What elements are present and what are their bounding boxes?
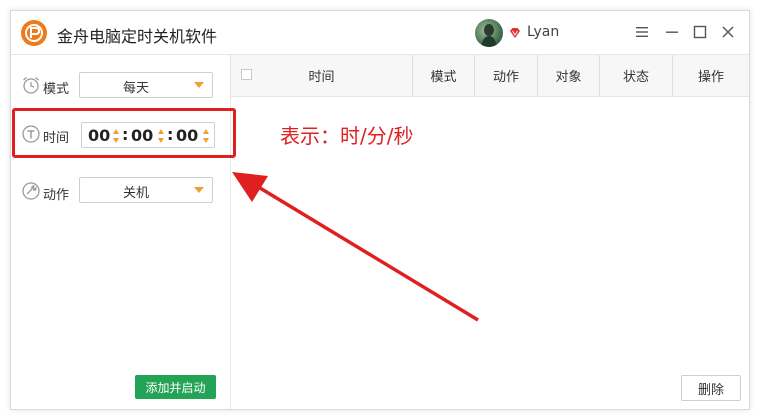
table-header: 时间 模式 动作 对象 状态 操作 <box>231 55 749 97</box>
column-header-mode[interactable]: 模式 <box>412 55 474 96</box>
column-header-action[interactable]: 动作 <box>474 55 537 96</box>
maximize-icon <box>693 25 707 39</box>
maximize-button[interactable] <box>689 21 711 43</box>
schedule-table: 时间 模式 动作 对象 状态 操作 删除 <box>231 55 749 409</box>
delete-button[interactable]: 删除 <box>681 375 741 401</box>
menu-icon <box>636 27 648 37</box>
action-dropdown[interactable]: 关机 <box>79 177 213 203</box>
chevron-down-icon <box>194 82 204 88</box>
mode-label: 模式 <box>43 82 70 97</box>
alarm-clock-icon <box>23 77 39 94</box>
power-wrench-icon <box>22 182 40 200</box>
title-bar: 金舟电脑定时关机软件 Lyan <box>11 11 749 55</box>
chevron-down-icon <box>194 187 204 193</box>
column-header-status[interactable]: 状态 <box>599 55 672 96</box>
app-window: 金舟电脑定时关机软件 Lyan 模式 每天 时间 00: 00: 00 动作… <box>10 10 750 410</box>
close-button[interactable] <box>717 21 739 43</box>
add-and-start-button[interactable]: 添加并启动 <box>135 375 216 399</box>
menu-button[interactable] <box>631 21 653 43</box>
action-value: 关机 <box>122 186 149 201</box>
mode-dropdown[interactable]: 每天 <box>79 72 213 98</box>
time-highlight-box <box>12 108 236 158</box>
minimize-button[interactable] <box>661 21 683 43</box>
window-title: 金舟电脑定时关机软件 <box>57 27 218 46</box>
app-logo-icon <box>21 20 47 46</box>
vip-diamond-icon <box>510 28 520 38</box>
mode-value: 每天 <box>122 81 149 96</box>
column-header-operation[interactable]: 操作 <box>672 55 749 96</box>
minimize-icon <box>666 31 678 33</box>
annotation-text: 表示：时/分/秒 <box>280 124 414 148</box>
avatar-image <box>481 24 497 47</box>
column-header-time[interactable]: 时间 <box>231 55 412 96</box>
user-name[interactable]: Lyan <box>527 24 559 40</box>
close-icon <box>722 26 734 38</box>
avatar[interactable] <box>475 19 503 47</box>
action-label: 动作 <box>43 188 70 203</box>
column-header-target[interactable]: 对象 <box>537 55 599 96</box>
